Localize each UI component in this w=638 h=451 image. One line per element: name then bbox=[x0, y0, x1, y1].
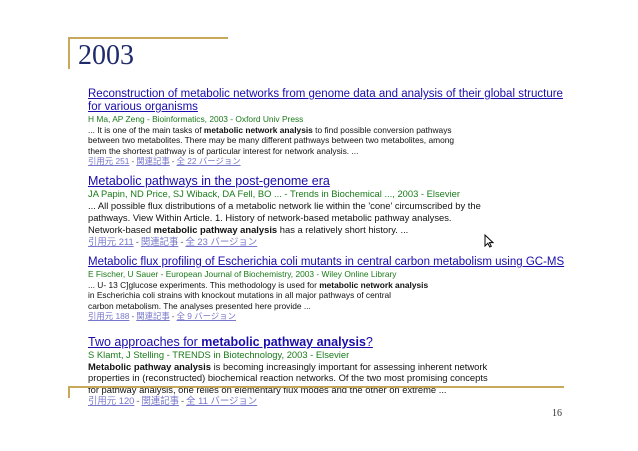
result-snippet: ... It is one of the main tasks of metab… bbox=[88, 124, 455, 156]
result-source: S Klamt, J Stelling - TRENDS in Biotechn… bbox=[88, 349, 350, 360]
all-versions-link[interactable]: 全 22 バージョン bbox=[177, 156, 241, 166]
bottom-rule bbox=[68, 386, 564, 388]
result-footer: 引用元 211- 関連記事 - 全 23 バージョン bbox=[88, 236, 258, 247]
related-articles-link[interactable]: 関連記事 bbox=[136, 156, 170, 166]
related-articles-link[interactable]: 関連記事 bbox=[136, 311, 170, 321]
result-source: E Fischer, U Sauer - European Journal of… bbox=[88, 269, 397, 279]
all-versions-link[interactable]: 全 23 バージョン bbox=[185, 236, 257, 247]
bottom-tick bbox=[68, 386, 70, 398]
result-footer: 引用元 188- 関連記事 - 全 9 バージョン bbox=[88, 311, 236, 321]
all-versions-link[interactable]: 全 9 バージョン bbox=[177, 311, 236, 321]
result-snippet: Metabolic pathway analysis is becoming i… bbox=[88, 360, 488, 395]
search-result-2: Metabolic pathways in the post-genome er… bbox=[88, 174, 568, 248]
result-snippet: ... All possible flux distributions of a… bbox=[88, 200, 481, 235]
result-title-link[interactable]: Reconstruction of metabolic networks fro… bbox=[88, 88, 568, 114]
related-articles-link[interactable]: 関連記事 bbox=[142, 395, 180, 406]
result-title-link[interactable]: Metabolic flux profiling of Escherichia … bbox=[88, 256, 568, 269]
result-snippet: ... U- 13 C]glucose experiments. This me… bbox=[88, 279, 429, 311]
all-versions-link[interactable]: 全 11 バージョン bbox=[186, 395, 257, 406]
result-footer: 引用元 251- 関連記事 - 全 22 バージョン bbox=[88, 156, 241, 166]
cited-by-link[interactable]: 引用元 211 bbox=[88, 236, 134, 247]
search-result-4: Two approaches for metabolic pathway ana… bbox=[88, 335, 568, 407]
page-number: 16 bbox=[552, 408, 562, 419]
mouse-pointer-icon bbox=[484, 233, 495, 253]
result-source: H Ma, AP Zeng - Bioinformatics, 2003 - O… bbox=[88, 114, 304, 124]
related-articles-link[interactable]: 関連記事 bbox=[141, 236, 179, 247]
slide-title: 2003 bbox=[78, 40, 134, 71]
cited-by-link[interactable]: 引用元 188 bbox=[88, 311, 129, 321]
cited-by-link[interactable]: 引用元 120 bbox=[88, 395, 134, 406]
result-title-link[interactable]: Metabolic pathways in the post-genome er… bbox=[88, 174, 568, 188]
result-source: JA Papin, ND Price, SJ Wiback, DA Fell, … bbox=[88, 188, 461, 199]
result-title-link[interactable]: Two approaches for metabolic pathway ana… bbox=[88, 335, 568, 349]
search-result-3: Metabolic flux profiling of Escherichia … bbox=[88, 256, 568, 322]
result-footer: 引用元 120- 関連記事 - 全 11 バージョン bbox=[88, 395, 258, 407]
title-bracket-horizontal bbox=[68, 37, 228, 39]
cited-by-link[interactable]: 引用元 251 bbox=[88, 156, 129, 166]
title-bracket-vertical bbox=[68, 37, 70, 69]
search-result-1: Reconstruction of metabolic networks fro… bbox=[88, 88, 568, 167]
